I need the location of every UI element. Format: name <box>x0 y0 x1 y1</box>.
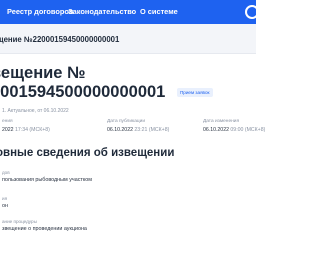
breadcrumb: щение №22000159450000000001 <box>0 35 120 44</box>
page-title-line-1: вещение № <box>0 64 86 82</box>
section-title-general-info: овные сведения об извещении <box>0 147 175 159</box>
created-date-value: 2022 17:34 (МСК+8) <box>2 127 50 133</box>
page-title-line-2: 0001594500000000001 <box>0 83 166 101</box>
nav-legislation[interactable]: Законодательство <box>68 7 136 16</box>
modified-date-label: Дата изменения <box>203 119 240 124</box>
published-date-value: 06.10.2022 23:21 (МСК+8) <box>107 127 170 133</box>
nav-about-system[interactable]: О системе <box>140 7 178 16</box>
version-status: 1. Актуальное, от 06.10.2022 <box>2 108 69 114</box>
created-date-label: ения <box>2 119 13 124</box>
field-value-contract-type: пользования рыбоводным участком <box>2 177 92 183</box>
modified-date-value: 06.10.2022 09:00 (МСК+8) <box>203 127 266 133</box>
nav-contract-registry[interactable]: Реестр договоров <box>7 7 73 16</box>
field-label-organizer: ия <box>2 196 8 201</box>
breadcrumb-bar: щение №22000159450000000001 <box>0 24 256 54</box>
settings-icon[interactable] <box>245 5 259 19</box>
status-badge: Прием заявок <box>177 88 213 97</box>
top-navigation-bar: Реестр договоров Законодательство О сист… <box>0 0 259 24</box>
published-date-label: Дата публикации <box>107 119 145 124</box>
field-value-organizer: он <box>2 203 8 209</box>
field-label-contract-type: дов <box>2 170 10 175</box>
field-label-procedure-name: ание процедуры <box>2 219 37 224</box>
field-value-procedure-name: звещение о проведении аукциона <box>2 226 87 232</box>
